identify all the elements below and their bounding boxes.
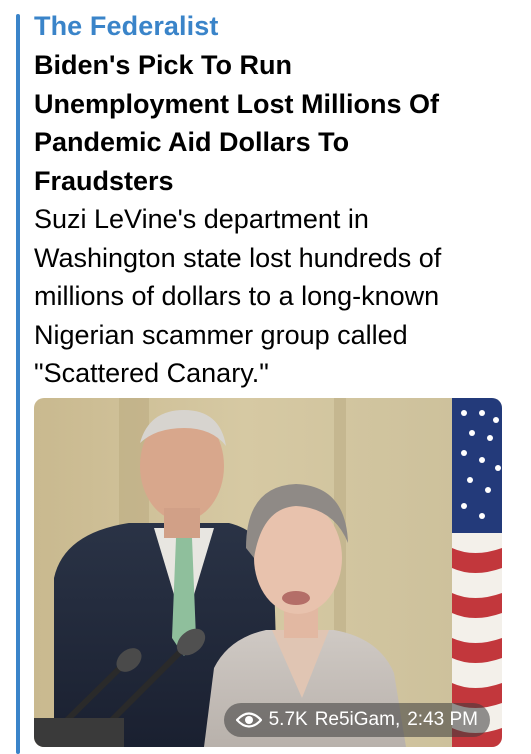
article-title[interactable]: Biden's Pick To Run Unemployment Lost Mi… (34, 46, 494, 200)
article-description: Suzi LeVine's department in Washington s… (34, 204, 442, 388)
article-photo[interactable]: 5.7K Re5iGam, 2:43 PM (34, 398, 502, 747)
press-conference-photo (34, 398, 502, 747)
quote-accent-bar (16, 14, 20, 754)
flag (452, 398, 502, 747)
link-preview-card: The Federalist Biden's Pick To Run Unemp… (0, 0, 531, 754)
message-time: 2:43 PM (407, 709, 478, 730)
author-signature: Re5iGam, (314, 709, 401, 730)
site-name[interactable]: The Federalist (34, 6, 504, 46)
view-count: 5.7K (268, 709, 308, 730)
eye-icon (235, 711, 262, 729)
view-time-badge: 5.7K Re5iGam, 2:43 PM (223, 703, 490, 737)
preview-text-block: The Federalist Biden's Pick To Run Unemp… (34, 6, 504, 393)
